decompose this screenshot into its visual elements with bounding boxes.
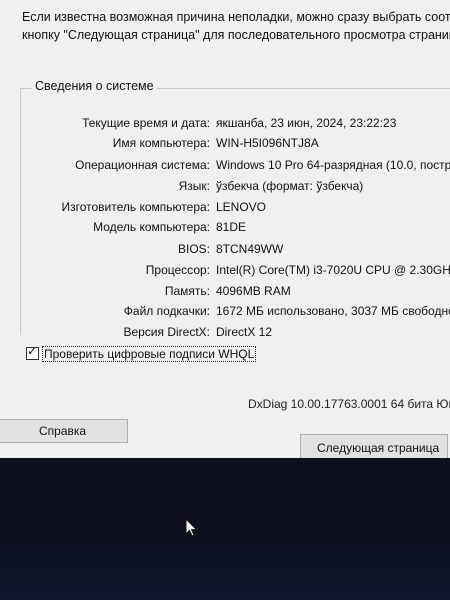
info-label: Память: xyxy=(164,284,210,298)
info-value: 8TCN49WW xyxy=(216,242,284,256)
mouse-pointer-icon xyxy=(185,517,199,543)
info-row-datetime: Текущие время и дата: якшанба, 23 июн, 2… xyxy=(0,116,450,134)
info-label: Модель компьютера: xyxy=(93,220,210,234)
whql-checkbox-label[interactable]: Проверить цифровые подписи WHQL xyxy=(42,346,257,362)
info-row-memory: Память: 4096MB RAM xyxy=(0,284,450,302)
info-label: Версия DirectX: xyxy=(123,325,210,339)
whql-checkbox[interactable]: ✓ xyxy=(26,344,39,360)
info-value: 81DE xyxy=(216,220,247,234)
info-row-computer-name: Имя компьютера: WIN-H5I096NTJ8A xyxy=(0,136,450,154)
whql-check-option[interactable]: ✓ Проверить цифровые подписи WHQL xyxy=(26,344,257,363)
info-row-manufacturer: Изготовитель компьютера: LENOVO xyxy=(0,200,450,218)
help-button[interactable]: Справка xyxy=(0,419,128,443)
info-label: Файл подкачки: xyxy=(123,304,210,318)
dxdiag-window: Если известна возможная причина неполадк… xyxy=(0,0,450,458)
intro-text: Если известна возможная причина неполадк… xyxy=(22,8,450,44)
info-label: BIOS: xyxy=(177,242,210,256)
info-value: ўзбекча (формат: ўзбекча) xyxy=(216,179,364,193)
info-value: WIN-H5I096NTJ8A xyxy=(216,136,319,150)
info-value: якшанба, 23 июн, 2024, 23:22:23 xyxy=(216,116,397,130)
info-row-page-file: Файл подкачки: 1672 МБ использовано, 303… xyxy=(0,304,450,322)
info-label: Имя компьютера: xyxy=(112,136,210,150)
next-page-button[interactable]: Следующая страница xyxy=(300,434,448,458)
info-row-model: Модель компьютера: 81DE xyxy=(0,220,450,238)
info-value: Intel(R) Core(TM) i3-7020U CPU @ 2.30GHz… xyxy=(216,263,450,277)
info-label: Операционная система: xyxy=(75,158,210,172)
system-info-title: Сведения о системе xyxy=(32,79,157,93)
info-label: Язык: xyxy=(178,179,210,193)
info-row-directx: Версия DirectX: DirectX 12 xyxy=(0,325,450,343)
info-row-processor: Процессор: Intel(R) Core(TM) i3-7020U CP… xyxy=(0,263,450,281)
info-value: Windows 10 Pro 64-разрядная (10.0, постр xyxy=(216,158,450,172)
info-label: Текущие время и дата: xyxy=(82,116,210,130)
info-label: Процессор: xyxy=(145,263,210,277)
info-value: DirectX 12 xyxy=(216,325,273,339)
info-row-os: Операционная система: Windows 10 Pro 64-… xyxy=(0,158,450,176)
info-value: LENOVO xyxy=(216,200,267,214)
info-row-language: Язык: ўзбекча (формат: ўзбекча) xyxy=(0,179,450,197)
desktop-background xyxy=(0,540,450,600)
info-label: Изготовитель компьютера: xyxy=(61,200,211,214)
info-value: 4096MB RAM xyxy=(216,284,291,298)
intro-line-1: Если известна возможная причина неполадк… xyxy=(22,10,450,24)
checkmark-icon: ✓ xyxy=(27,344,38,358)
dxdiag-version: DxDiag 10.00.17763.0001 64 бита Юни xyxy=(248,397,450,411)
info-value: 1672 МБ использовано, 3037 МБ свободно xyxy=(216,304,450,318)
info-row-bios: BIOS: 8TCN49WW xyxy=(0,242,450,260)
intro-line-2: кнопку "Следующая страница" для последов… xyxy=(22,28,450,42)
